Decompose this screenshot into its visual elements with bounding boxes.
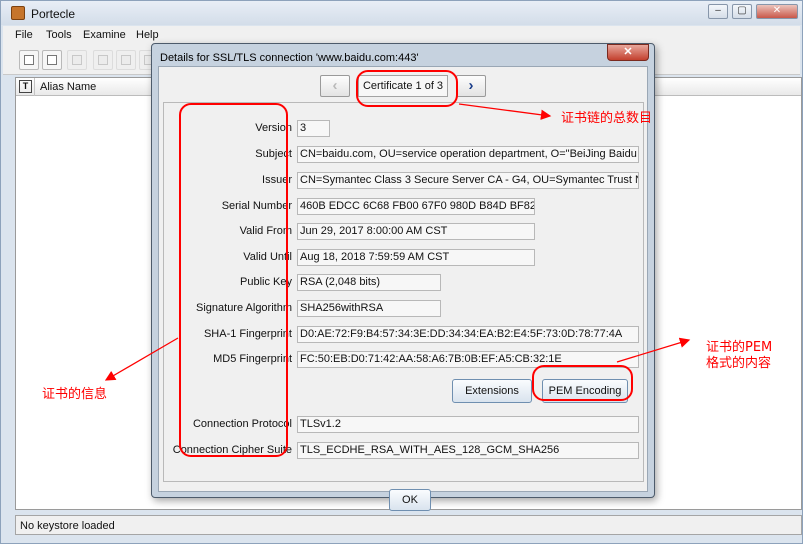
title-bar: Portecle – ▢ ✕ [1,1,802,25]
cipher-suite-field[interactable]: TLS_ECDHE_RSA_WITH_AES_128_GCM_SHA256 [297,442,639,459]
pem-annotation-line1: 证书的PEM [706,340,773,355]
dialog-close-button[interactable]: ✕ [607,44,649,61]
ok-button[interactable]: OK [389,489,431,511]
cert-info-highlight-oval [179,103,288,457]
pem-highlight-oval [532,365,633,401]
generate-keypair-icon[interactable] [93,50,113,70]
portecle-app-icon [11,6,25,20]
app-title: Portecle [31,7,76,21]
maximize-button[interactable]: ▢ [732,4,752,19]
chain-count-annotation: 证书链的总数目 [561,111,653,126]
cert-info-annotation: 证书的信息 [42,387,108,402]
menu-examine[interactable]: Examine [83,29,126,41]
previous-certificate-button[interactable]: ‹ [320,75,350,97]
next-certificate-button[interactable]: › [456,75,486,97]
new-keystore-icon[interactable] [19,50,39,70]
signature-algorithm-field[interactable]: SHA256withRSA [297,300,441,317]
open-keystore-icon[interactable] [42,50,62,70]
menu-help[interactable]: Help [136,29,159,41]
column-type-header[interactable]: T [19,80,32,93]
valid-until-field[interactable]: Aug 18, 2018 7:59:59 AM CST [297,249,535,266]
public-key-field[interactable]: RSA (2,048 bits) [297,274,441,291]
column-alias-name-header[interactable]: Alias Name [40,81,96,93]
save-keystore-icon[interactable] [67,50,87,70]
subject-field[interactable]: CN=baidu.com, OU=service operation depar… [297,146,639,163]
status-bar: No keystore loaded [15,515,802,535]
connection-protocol-field[interactable]: TLSv1.2 [297,416,639,433]
menu-tools[interactable]: Tools [46,29,72,41]
menu-file[interactable]: File [15,29,33,41]
pem-annotation-line2: 格式的内容 [706,356,772,371]
dialog-title: Details for SSL/TLS connection 'www.baid… [160,52,419,64]
issuer-field[interactable]: CN=Symantec Class 3 Secure Server CA - G… [297,172,639,189]
version-field[interactable]: 3 [297,120,330,137]
column-separator[interactable] [34,78,35,96]
sha1-fingerprint-field[interactable]: D0:AE:72:F9:B4:57:34:3E:DD:34:34:EA:B2:E… [297,326,639,343]
cert-count-highlight-oval [356,70,458,107]
import-trusted-cert-icon[interactable] [116,50,136,70]
window-close-button[interactable]: ✕ [756,4,798,19]
status-text: No keystore loaded [20,520,115,532]
minimize-button[interactable]: – [708,4,728,19]
valid-from-field[interactable]: Jun 29, 2017 8:00:00 AM CST [297,223,535,240]
serial-number-field[interactable]: 460B EDCC 6C68 FB00 67F0 980D B84D BF82 [297,198,535,215]
extensions-button[interactable]: Extensions [452,379,532,403]
